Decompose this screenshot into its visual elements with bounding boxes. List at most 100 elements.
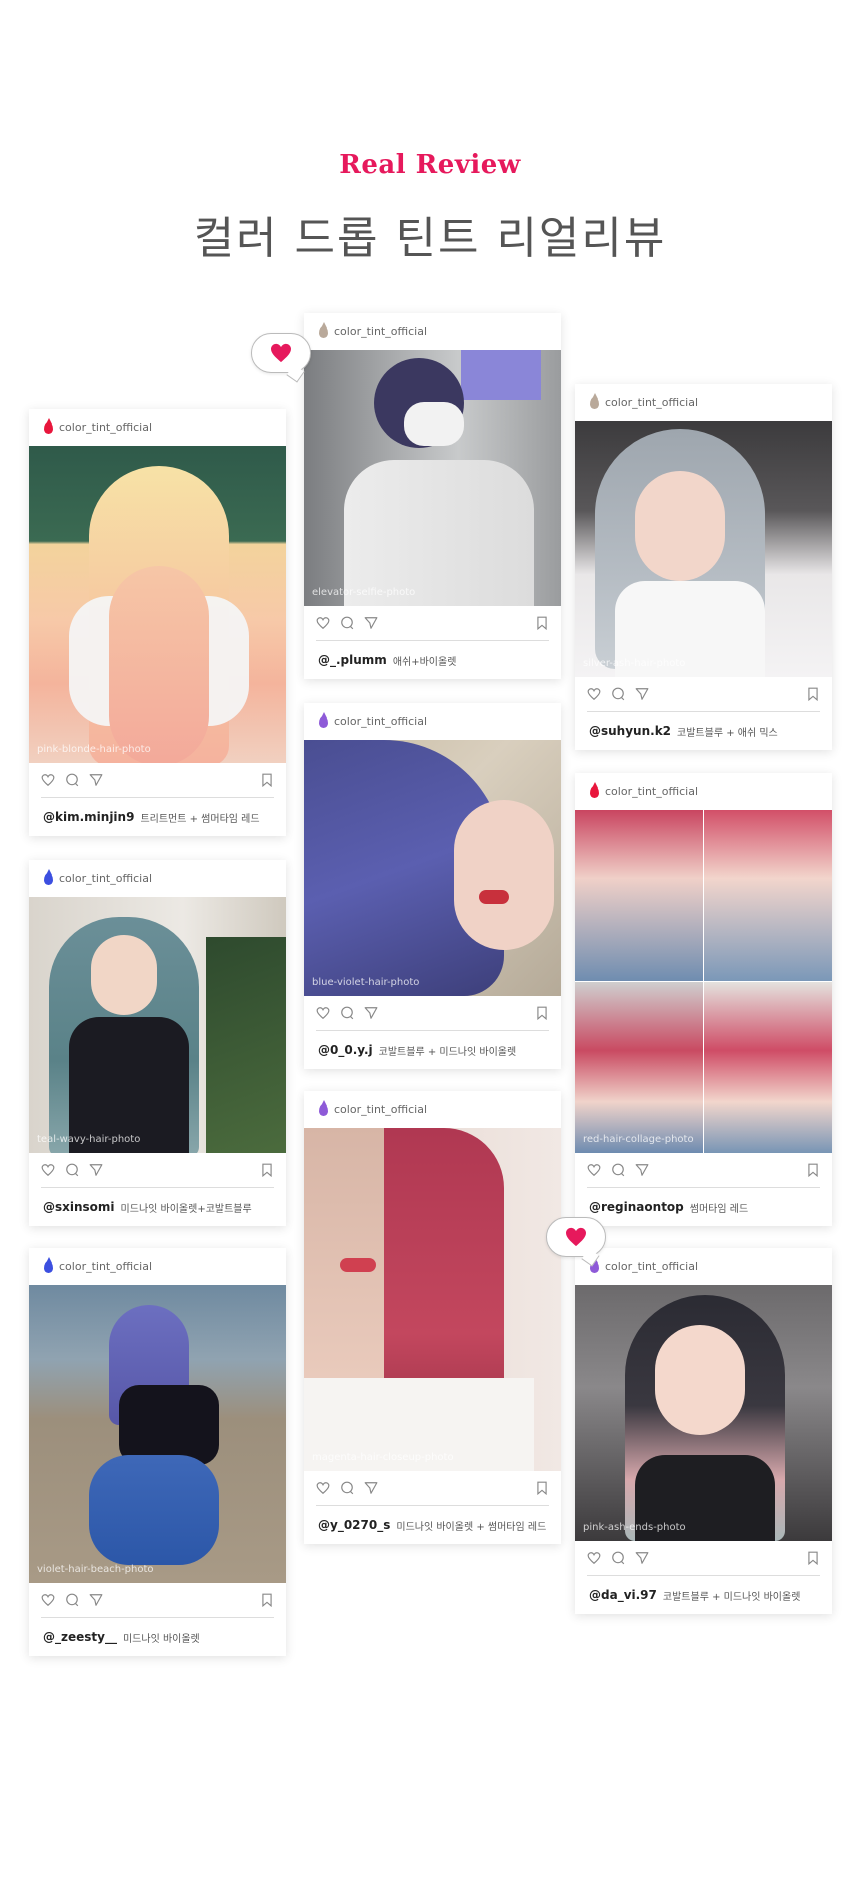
review-photo[interactable]: violet-hair-beach-photo	[29, 1285, 286, 1583]
heart-outline-icon[interactable]	[587, 1551, 601, 1565]
bookmark-icon[interactable]	[806, 687, 820, 701]
send-icon[interactable]	[364, 1481, 378, 1495]
photo-label: pink-blonde-hair-photo	[37, 744, 151, 755]
purple-drop-icon	[319, 1099, 328, 1116]
action-bar	[575, 677, 832, 711]
account-name[interactable]: color_tint_official	[334, 715, 427, 728]
product-combo: 썸머타임 레드	[689, 1203, 749, 1215]
send-icon[interactable]	[364, 616, 378, 630]
review-card[interactable]: color_tint_official silver-ash-hair-phot…	[575, 384, 832, 750]
action-bar	[29, 1583, 286, 1617]
send-icon[interactable]	[635, 1551, 649, 1565]
product-combo: 코발트블루 + 미드나잇 바이올렛	[378, 1046, 517, 1058]
comment-icon[interactable]	[65, 1163, 79, 1177]
heart-filled-icon	[566, 1227, 586, 1247]
action-bar	[304, 606, 561, 640]
reviewer-handle[interactable]: @reginaontop	[589, 1200, 684, 1214]
bookmark-icon[interactable]	[260, 1593, 274, 1607]
review-card[interactable]: color_tint_official pink-blonde-hair-pho…	[29, 409, 286, 836]
review-photo[interactable]: magenta-hair-closeup-photo	[304, 1128, 561, 1471]
bookmark-icon[interactable]	[806, 1163, 820, 1177]
reviewer-handle[interactable]: @suhyun.k2	[589, 724, 671, 738]
review-photo[interactable]: elevator-selfie-photo	[304, 350, 561, 606]
heart-outline-icon[interactable]	[587, 687, 601, 701]
review-photo[interactable]: pink-blonde-hair-photo	[29, 446, 286, 763]
photo-label: pink-ash-ends-photo	[583, 1522, 686, 1533]
comment-icon[interactable]	[340, 1006, 354, 1020]
heart-outline-icon[interactable]	[316, 616, 330, 630]
account-name[interactable]: color_tint_official	[605, 396, 698, 409]
heart-outline-icon[interactable]	[41, 1593, 55, 1607]
action-bar	[29, 1153, 286, 1187]
bookmark-icon[interactable]	[260, 773, 274, 787]
comment-icon[interactable]	[611, 1551, 625, 1565]
account-name[interactable]: color_tint_official	[605, 1260, 698, 1273]
account-name[interactable]: color_tint_official	[605, 785, 698, 798]
product-combo: 미드나잇 바이올렛	[122, 1633, 200, 1645]
photo-label: violet-hair-beach-photo	[37, 1564, 154, 1575]
reviewer-handle[interactable]: @sxinsomi	[43, 1200, 115, 1214]
send-icon[interactable]	[635, 1163, 649, 1177]
comment-icon[interactable]	[65, 773, 79, 787]
review-photo[interactable]: blue-violet-hair-photo	[304, 740, 561, 996]
bookmark-icon[interactable]	[260, 1163, 274, 1177]
reviewer-handle[interactable]: @_.plumm	[318, 653, 387, 667]
review-card[interactable]: color_tint_official red-hair-collage-pho…	[575, 773, 832, 1226]
card-header: color_tint_official	[29, 860, 286, 897]
heart-outline-icon[interactable]	[316, 1006, 330, 1020]
reviewer-handle[interactable]: @da_vi.97	[589, 1588, 657, 1602]
blue-drop-icon	[44, 1256, 53, 1273]
bookmark-icon[interactable]	[535, 1481, 549, 1495]
send-icon[interactable]	[89, 1163, 103, 1177]
heart-outline-icon[interactable]	[587, 1163, 601, 1177]
heart-outline-icon[interactable]	[41, 773, 55, 787]
caption: @reginaontop 썸머타임 레드	[575, 1188, 832, 1226]
review-photo[interactable]: teal-wavy-hair-photo	[29, 897, 286, 1153]
reviewer-handle[interactable]: @_zeesty__	[43, 1630, 117, 1644]
heart-outline-icon[interactable]	[41, 1163, 55, 1177]
account-name[interactable]: color_tint_official	[59, 1260, 152, 1273]
review-card[interactable]: color_tint_official blue-violet-hair-pho…	[304, 703, 561, 1069]
photo-label: elevator-selfie-photo	[312, 587, 416, 598]
caption: @da_vi.97 코발트블루 + 미드나잇 바이올렛	[575, 1576, 832, 1614]
send-icon[interactable]	[635, 687, 649, 701]
comment-icon[interactable]	[611, 687, 625, 701]
heart-outline-icon[interactable]	[316, 1481, 330, 1495]
account-name[interactable]: color_tint_official	[334, 1103, 427, 1116]
comment-icon[interactable]	[611, 1163, 625, 1177]
review-photo[interactable]: pink-ash-ends-photo	[575, 1285, 832, 1541]
like-bubble	[251, 333, 311, 373]
send-icon[interactable]	[89, 1593, 103, 1607]
red-drop-icon	[44, 417, 53, 434]
action-bar	[304, 996, 561, 1030]
bookmark-icon[interactable]	[535, 616, 549, 630]
comment-icon[interactable]	[340, 1481, 354, 1495]
account-name[interactable]: color_tint_official	[334, 325, 427, 338]
account-name[interactable]: color_tint_official	[59, 872, 152, 885]
send-icon[interactable]	[364, 1006, 378, 1020]
action-bar	[575, 1541, 832, 1575]
review-card[interactable]: color_tint_official violet-hair-beach-ph…	[29, 1248, 286, 1656]
reviewer-handle[interactable]: @0_0.y.j	[318, 1043, 373, 1057]
reviewer-handle[interactable]: @y_0270_s	[318, 1518, 390, 1532]
photo-label: silver-ash-hair-photo	[583, 658, 686, 669]
comment-icon[interactable]	[340, 616, 354, 630]
review-card[interactable]: color_tint_official teal-wavy-hair-photo…	[29, 860, 286, 1226]
review-card[interactable]: color_tint_official elevator-selfie-phot…	[304, 313, 561, 679]
card-header: color_tint_official	[29, 409, 286, 446]
review-photo[interactable]: red-hair-collage-photo	[575, 810, 832, 1153]
reviewer-handle[interactable]: @kim.minjin9	[43, 810, 134, 824]
comment-icon[interactable]	[65, 1593, 79, 1607]
caption: @kim.minjin9 트리트먼트 + 썸머타임 레드	[29, 798, 286, 836]
product-combo: 코발트블루 + 미드나잇 바이올렛	[662, 1591, 801, 1603]
account-name[interactable]: color_tint_official	[59, 421, 152, 434]
review-card[interactable]: color_tint_official magenta-hair-closeup…	[304, 1091, 561, 1544]
send-icon[interactable]	[89, 773, 103, 787]
bookmark-icon[interactable]	[535, 1006, 549, 1020]
review-photo[interactable]: silver-ash-hair-photo	[575, 421, 832, 677]
review-card[interactable]: color_tint_official pink-ash-ends-photo …	[575, 1248, 832, 1614]
card-header: color_tint_official	[575, 1248, 832, 1285]
bookmark-icon[interactable]	[806, 1551, 820, 1565]
heart-filled-icon	[271, 343, 291, 363]
caption: @sxinsomi 미드나잇 바이올렛+코발트블루	[29, 1188, 286, 1226]
